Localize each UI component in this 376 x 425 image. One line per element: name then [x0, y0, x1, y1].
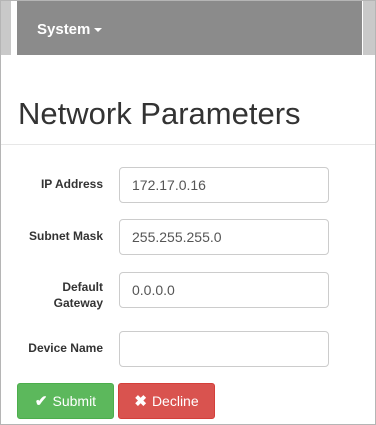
subnet-mask-label: Subnet Mask	[28, 229, 103, 243]
decline-button[interactable]: ✖ Decline	[118, 383, 215, 419]
device-name-input[interactable]	[119, 331, 329, 367]
navbar-left-edge	[1, 1, 11, 55]
submit-button-label: Submit	[52, 393, 97, 409]
default-gateway-label: Default Gateway	[54, 279, 103, 311]
close-icon: ✖	[134, 393, 147, 410]
subnet-mask-input[interactable]	[119, 219, 329, 255]
default-gateway-label-line2: Gateway	[53, 296, 103, 310]
default-gateway-input[interactable]	[119, 272, 329, 308]
ip-address-label: IP Address	[40, 177, 103, 191]
navbar: System	[1, 1, 375, 65]
caret-down-icon	[94, 28, 103, 33]
submit-button[interactable]: ✔ Submit	[17, 383, 114, 419]
system-menu[interactable]: System	[37, 21, 103, 38]
title-divider	[1, 144, 375, 145]
navbar-bar: System	[17, 1, 362, 55]
ip-address-input[interactable]	[119, 167, 329, 203]
page-title: Network Parameters	[18, 96, 301, 131]
navbar-right-edge	[363, 1, 375, 55]
system-menu-label: System	[37, 21, 91, 38]
check-icon: ✔	[34, 393, 48, 410]
device-name-label: Device Name	[28, 341, 103, 355]
decline-button-label: Decline	[151, 393, 199, 409]
page-frame: System Network Parameters IP Address Sub…	[0, 0, 376, 425]
default-gateway-label-line1: Default	[62, 280, 103, 294]
